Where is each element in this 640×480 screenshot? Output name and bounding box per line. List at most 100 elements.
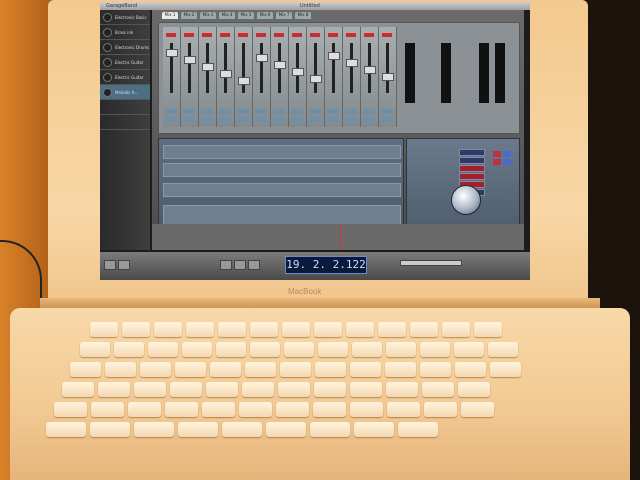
keyboard-key[interactable] <box>410 322 438 337</box>
track-row[interactable] <box>100 115 150 130</box>
channel-fader[interactable] <box>332 43 335 93</box>
track-row[interactable]: Electric Guitar <box>100 55 150 70</box>
solo-button[interactable] <box>201 109 213 114</box>
fader-knob[interactable] <box>202 63 214 71</box>
fader-knob[interactable] <box>292 68 304 76</box>
keyboard-key[interactable] <box>250 342 280 357</box>
keyboard-key[interactable] <box>455 362 486 377</box>
keyboard-key[interactable] <box>105 362 136 377</box>
keyboard-key[interactable] <box>454 342 484 357</box>
track-row[interactable]: Brass ink <box>100 25 150 40</box>
keyboard-key[interactable] <box>346 322 374 337</box>
fader-knob[interactable] <box>382 73 394 81</box>
fader-knob[interactable] <box>184 56 196 64</box>
pad-button[interactable] <box>493 159 501 165</box>
keyboard-key[interactable] <box>222 422 262 437</box>
tab-mix-3[interactable]: Mix 3 <box>200 12 216 19</box>
fader-knob[interactable] <box>346 59 358 67</box>
mute-indicator[interactable] <box>274 33 284 37</box>
solo-button[interactable] <box>381 109 393 114</box>
keyboard-key[interactable] <box>90 422 130 437</box>
record-button[interactable] <box>345 117 357 122</box>
keyboard-key[interactable] <box>114 342 144 357</box>
keyboard-key[interactable] <box>458 382 490 397</box>
tab-mix-8[interactable]: Mix 8 <box>295 12 311 19</box>
mute-indicator[interactable] <box>382 33 392 37</box>
keyboard-key[interactable] <box>62 382 94 397</box>
mute-indicator[interactable] <box>256 33 266 37</box>
channel-strip[interactable] <box>361 27 379 127</box>
pad-button[interactable] <box>493 151 501 157</box>
keyboard-key[interactable] <box>186 322 214 337</box>
keyboard-key[interactable] <box>442 322 470 337</box>
solo-button[interactable] <box>165 109 177 114</box>
keyboard-key[interactable] <box>210 362 241 377</box>
channel-fader[interactable] <box>242 43 245 93</box>
timeline[interactable] <box>152 224 524 250</box>
settings-row[interactable] <box>163 183 401 197</box>
menubar-app-name[interactable]: GarageBand <box>106 3 137 9</box>
solo-button[interactable] <box>363 109 375 114</box>
solo-button[interactable] <box>237 109 249 114</box>
keyboard-key[interactable] <box>461 402 494 417</box>
channel-strip[interactable] <box>307 27 325 127</box>
solo-button[interactable] <box>327 109 339 114</box>
time-display[interactable]: 19. 2. 2.122 <box>285 256 367 274</box>
forward-button[interactable] <box>248 260 260 270</box>
rewind-button[interactable] <box>220 260 232 270</box>
channel-fader[interactable] <box>350 43 353 93</box>
keyboard-key[interactable] <box>245 362 276 377</box>
track-row[interactable]: Electric Guitar <box>100 70 150 85</box>
add-track-button[interactable] <box>104 260 116 270</box>
record-button[interactable] <box>219 117 231 122</box>
keyboard-key[interactable] <box>278 382 310 397</box>
channel-strip[interactable] <box>217 27 235 127</box>
track-row[interactable] <box>100 100 150 115</box>
tab-mix-4[interactable]: Mix 4 <box>219 12 235 19</box>
keyboard-key[interactable] <box>182 342 212 357</box>
mute-indicator[interactable] <box>292 33 302 37</box>
keyboard-key[interactable] <box>398 422 438 437</box>
channel-fader[interactable] <box>188 43 191 93</box>
record-button[interactable] <box>327 117 339 122</box>
record-button[interactable] <box>183 117 195 122</box>
keyboard-key[interactable] <box>318 342 348 357</box>
settings-row[interactable] <box>163 145 401 159</box>
keyboard-key[interactable] <box>170 382 202 397</box>
channel-strip[interactable] <box>271 27 289 127</box>
keyboard-key[interactable] <box>313 402 346 417</box>
keyboard-key[interactable] <box>54 402 87 417</box>
solo-button[interactable] <box>291 109 303 114</box>
keyboard-key[interactable] <box>134 382 166 397</box>
track-row-selected[interactable]: Melodic A... <box>100 85 150 100</box>
channel-strip[interactable] <box>325 27 343 127</box>
keyboard-key[interactable] <box>354 422 394 437</box>
solo-button[interactable] <box>273 109 285 114</box>
pad-button[interactable] <box>503 151 511 157</box>
solo-button[interactable] <box>219 109 231 114</box>
keyboard-key[interactable] <box>80 342 110 357</box>
fader-knob[interactable] <box>364 66 376 74</box>
channel-strip[interactable] <box>235 27 253 127</box>
keyboard-key[interactable] <box>280 362 311 377</box>
keyboard-key[interactable] <box>276 402 309 417</box>
keyboard-key[interactable] <box>488 342 518 357</box>
fader-knob[interactable] <box>274 61 286 69</box>
record-button[interactable] <box>381 117 393 122</box>
mute-indicator[interactable] <box>166 33 176 37</box>
solo-button[interactable] <box>309 109 321 114</box>
tab-mix-6[interactable]: Mix 6 <box>257 12 273 19</box>
solo-button[interactable] <box>183 109 195 114</box>
channel-fader[interactable] <box>314 43 317 93</box>
keyboard-key[interactable] <box>282 322 310 337</box>
mute-indicator[interactable] <box>328 33 338 37</box>
keyboard-key[interactable] <box>378 322 406 337</box>
keyboard-key[interactable] <box>266 422 306 437</box>
keyboard-key[interactable] <box>206 382 238 397</box>
keyboard-key[interactable] <box>284 342 314 357</box>
settings-row[interactable] <box>163 205 401 225</box>
tab-mix-1[interactable]: Mix 1 <box>162 12 178 19</box>
keyboard-key[interactable] <box>422 382 454 397</box>
auto-control-button[interactable] <box>459 165 485 172</box>
mute-indicator[interactable] <box>364 33 374 37</box>
